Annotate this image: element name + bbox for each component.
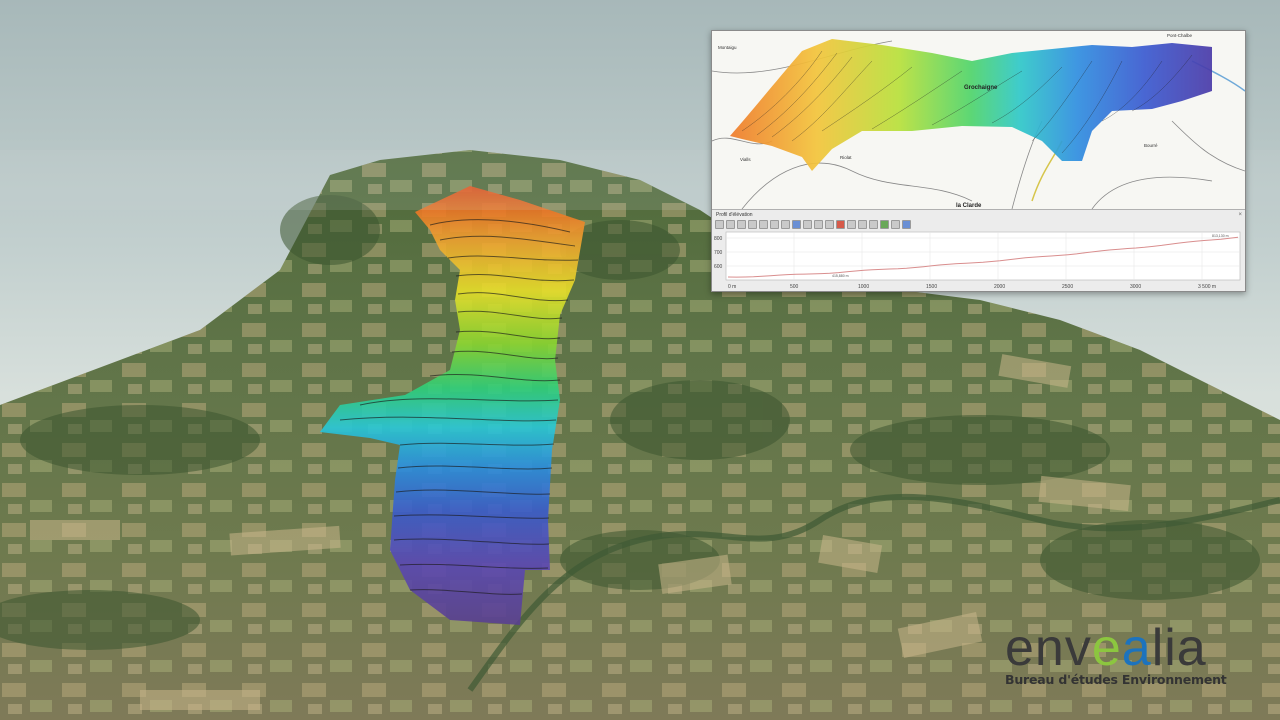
zoom-out-icon[interactable] <box>814 220 823 229</box>
settings-icon[interactable] <box>891 220 900 229</box>
logo-wordmark: envealia <box>1005 622 1245 674</box>
x-tick-label: 3000 <box>1130 284 1141 290</box>
add-icon[interactable] <box>715 220 724 229</box>
y-tick-label: 800 <box>714 236 723 242</box>
place-label: Riolat <box>840 155 852 160</box>
elevation-profile-panel: Profil d'élévation × 800 700 600 0 m 500… <box>712 209 1245 291</box>
logo-word-part: env <box>1005 619 1092 677</box>
place-label: Grochaigne <box>964 85 998 91</box>
x-tick-label: 3 500 m <box>1198 284 1216 290</box>
profile-end-label: 813,130 m <box>1212 234 1229 238</box>
close-icon[interactable]: × <box>1238 212 1242 218</box>
copy-icon[interactable] <box>737 220 746 229</box>
edit-icon[interactable] <box>781 220 790 229</box>
catchment-map: Montaigu Vialls Grochaigne la Clarde Pon… <box>712 31 1245 210</box>
place-label: Vialls <box>740 157 751 162</box>
profile-window-title: Profil d'élévation <box>716 212 753 218</box>
logo-word-part: lia <box>1151 619 1207 677</box>
place-label: Bourré <box>1144 143 1158 148</box>
x-tick-label: 1000 <box>858 284 869 290</box>
zoom-in-icon[interactable] <box>803 220 812 229</box>
inset-map-window: Montaigu Vialls Grochaigne la Clarde Pon… <box>711 30 1246 292</box>
x-tick-label: 2500 <box>1062 284 1073 290</box>
grid-icon[interactable] <box>847 220 856 229</box>
x-tick-label: 0 m <box>728 284 736 290</box>
select-icon[interactable] <box>792 220 801 229</box>
envealia-logo: envealia Bureau d'études Environnement <box>1005 622 1245 687</box>
help-icon[interactable] <box>902 220 911 229</box>
pan-icon[interactable] <box>748 220 757 229</box>
logo-word-part: a <box>1121 619 1152 677</box>
profile-start-label: 415,880 m <box>832 274 849 278</box>
zoom-extent-icon[interactable] <box>825 220 834 229</box>
x-tick-label: 2000 <box>994 284 1005 290</box>
record-icon[interactable] <box>836 220 845 229</box>
y-tick-label: 600 <box>714 264 723 270</box>
export-icon[interactable] <box>858 220 867 229</box>
forward-icon[interactable] <box>770 220 779 229</box>
place-label: Pont-Chalbe <box>1167 33 1193 38</box>
profile-toolbar <box>715 220 911 229</box>
logo-tagline: Bureau d'études Environnement <box>1005 672 1227 687</box>
save-icon[interactable] <box>726 220 735 229</box>
place-label: Montaigu <box>718 45 737 50</box>
table-icon[interactable] <box>869 220 878 229</box>
x-tick-label: 500 <box>790 284 799 290</box>
chart-icon[interactable] <box>880 220 889 229</box>
elevation-profile-chart: 800 700 600 0 m 500 1000 1500 2000 2500 … <box>714 231 1241 290</box>
logo-word-part: e <box>1091 619 1122 677</box>
x-tick-label: 1500 <box>926 284 937 290</box>
y-tick-label: 700 <box>714 250 723 256</box>
back-icon[interactable] <box>759 220 768 229</box>
